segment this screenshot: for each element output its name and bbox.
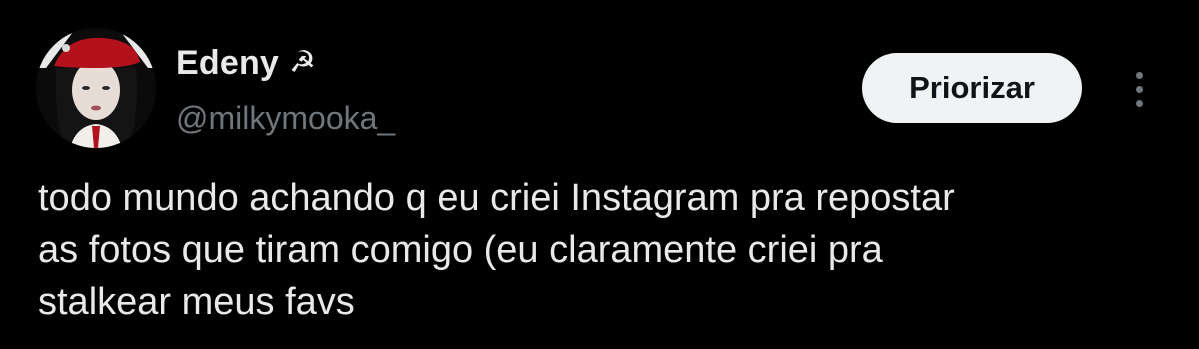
user-handle[interactable]: @milkymooka_	[176, 100, 395, 137]
hammer-sickle-icon: ☭	[289, 45, 316, 80]
prioritize-button[interactable]: Priorizar	[862, 53, 1082, 123]
tweet-text: todo mundo achando q eu criei Instagram …	[38, 172, 1158, 328]
tweet-text-line: stalkear meus favs	[38, 281, 355, 323]
more-dot	[1135, 85, 1143, 93]
tweet-text-line: as fotos que tiram comigo (eu claramente…	[38, 229, 883, 271]
more-options-icon[interactable]	[1124, 64, 1154, 114]
tweet-text-line: todo mundo achando q eu criei Instagram …	[38, 177, 955, 219]
more-dot	[1135, 99, 1143, 107]
display-name-row[interactable]: Edeny ☭	[176, 38, 316, 88]
avatar[interactable]	[36, 28, 156, 148]
profile-photo-icon	[36, 28, 156, 148]
tweet-card[interactable]: Edeny ☭ @milkymooka_ Priorizar todo mund…	[0, 0, 1199, 349]
more-dot	[1135, 71, 1143, 79]
display-name[interactable]: Edeny	[176, 44, 279, 83]
